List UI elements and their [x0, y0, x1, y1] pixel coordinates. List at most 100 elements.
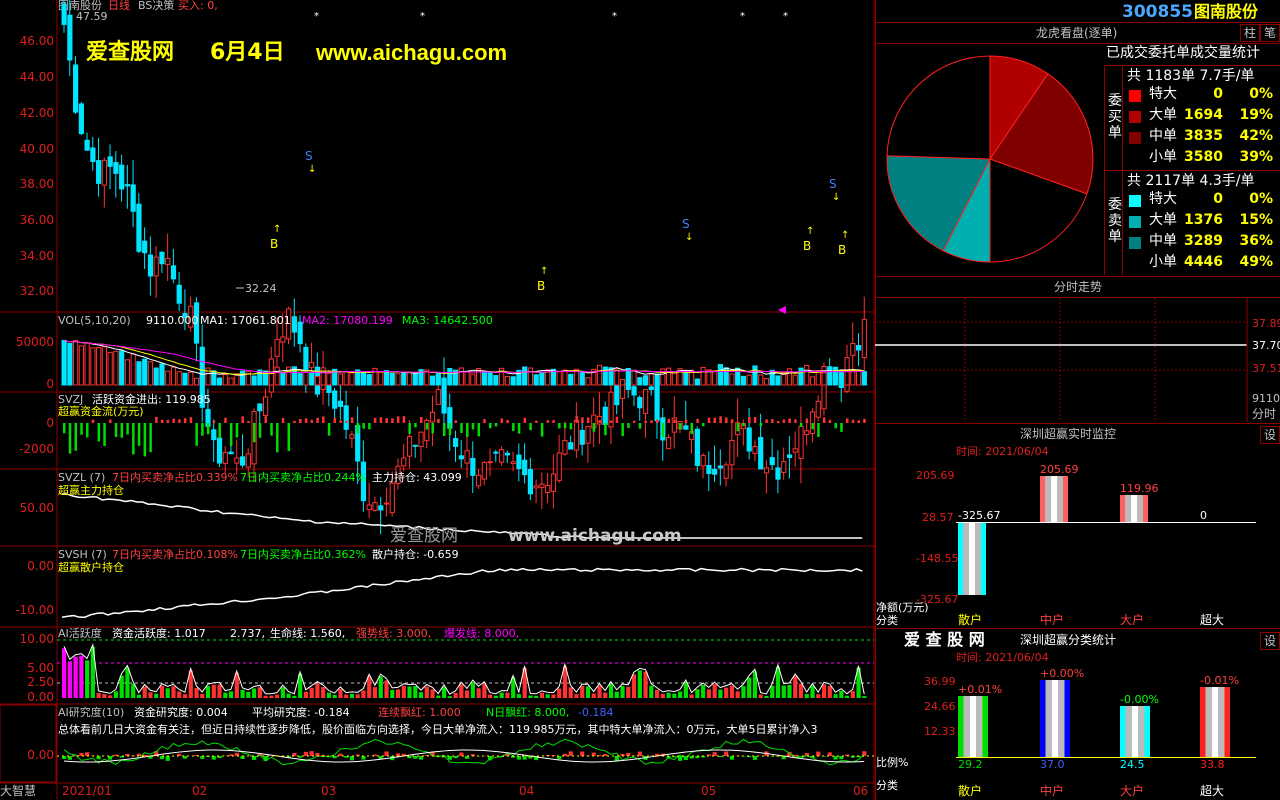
activity-bar [482, 683, 487, 698]
flow-bar [114, 423, 118, 437]
volume-bar [821, 372, 827, 386]
volume-bar [297, 373, 303, 386]
activity-bar [660, 693, 665, 698]
candle [211, 429, 217, 441]
flow-bar [650, 420, 653, 423]
flow-bar [581, 417, 584, 423]
sell-arrow: ↓ [832, 192, 840, 203]
activity-bar [476, 688, 481, 698]
flow-bar [575, 416, 578, 423]
research-bar [165, 756, 170, 761]
volume-bar [130, 353, 136, 386]
research-bar [816, 751, 821, 756]
flow-bar [212, 420, 216, 423]
flow-bar [247, 420, 250, 423]
candle [170, 265, 177, 280]
volume-bar [809, 376, 816, 386]
activity-bar [367, 676, 372, 698]
volume-bar [142, 358, 148, 386]
activity-bar [85, 660, 90, 698]
activity-bar [465, 690, 470, 698]
flow-bar [293, 420, 296, 423]
flow-bar [753, 416, 757, 423]
activity-bar [303, 691, 308, 698]
volume-bar [406, 372, 413, 386]
activity-bar [125, 667, 130, 698]
research-bar [614, 756, 619, 761]
svsh-a: 7日内买卖净占比0.108% [112, 548, 238, 561]
activity-bar [758, 694, 763, 698]
flow-bar [183, 418, 187, 423]
flow-bar [684, 419, 688, 423]
volume-bar [326, 372, 332, 386]
flow-bar [799, 423, 803, 427]
volume-bar [170, 366, 177, 386]
sell-signal-marker: S [829, 177, 837, 191]
flow-bar [535, 420, 538, 423]
volume-bar [596, 364, 603, 386]
ai-research-e: -0.184 [578, 706, 614, 719]
svzj-ytick: 0 [46, 416, 54, 430]
flow-bar [448, 423, 452, 436]
flow-bar [615, 416, 619, 423]
volume-bar [447, 367, 453, 386]
candle [614, 383, 620, 406]
flow-bar [160, 419, 164, 423]
candle [274, 339, 280, 357]
volume-bar [124, 359, 131, 386]
candle [786, 454, 793, 458]
research-bar [752, 756, 758, 760]
candle [568, 442, 574, 450]
xaxis-label: 2021/01 [62, 784, 112, 798]
candle [798, 425, 804, 460]
volume-bar [395, 373, 401, 386]
flow-bar [379, 417, 383, 423]
activity-bar [355, 694, 360, 698]
research-bar [516, 756, 522, 760]
star-marker: * [612, 11, 617, 22]
research-line [63, 738, 865, 766]
flow-bar [822, 417, 826, 423]
candle [648, 386, 654, 391]
flow-bar [402, 416, 406, 423]
activity-bar [781, 685, 786, 698]
activity-bar [62, 648, 67, 698]
candle [723, 464, 729, 479]
candle [337, 400, 344, 407]
candle [470, 457, 476, 476]
candle [527, 468, 534, 495]
svzj-label: SVZJ [58, 393, 84, 406]
candle [372, 502, 378, 511]
flow-bar [466, 423, 469, 437]
candle [418, 431, 424, 448]
flow-bar [362, 423, 365, 429]
candle [752, 446, 758, 454]
activity-bar [505, 692, 510, 698]
flow-bar [667, 418, 670, 423]
activity-bar [240, 689, 245, 698]
activity-bar [205, 686, 211, 698]
volume-bar [366, 374, 372, 386]
activity-bar [580, 686, 585, 698]
buy-signal-marker: B [803, 239, 811, 253]
flow-bar [229, 423, 233, 446]
activity-bar [821, 684, 827, 698]
activity-bar [649, 685, 654, 698]
activity-bar [67, 661, 72, 698]
activity-bar [626, 686, 631, 698]
star-marker: * [740, 11, 745, 22]
volume-bar [700, 366, 706, 386]
flow-bar [805, 418, 809, 423]
activity-bar [666, 692, 671, 698]
flow-bar [627, 423, 630, 429]
activity-bar [154, 693, 159, 698]
candle [631, 386, 637, 396]
flow-bar [345, 420, 348, 423]
stock-terminal: 图南股份 日线 BS决策 买入: 0, 爱查股网 6月4日 www.aichag… [0, 0, 1280, 800]
activity-bar [309, 687, 314, 698]
vol-ma3: MA3: 14642.500 [402, 314, 493, 327]
volume-bar [274, 366, 280, 386]
candle [579, 429, 585, 445]
candle [142, 240, 148, 254]
volume-bar [844, 370, 850, 386]
